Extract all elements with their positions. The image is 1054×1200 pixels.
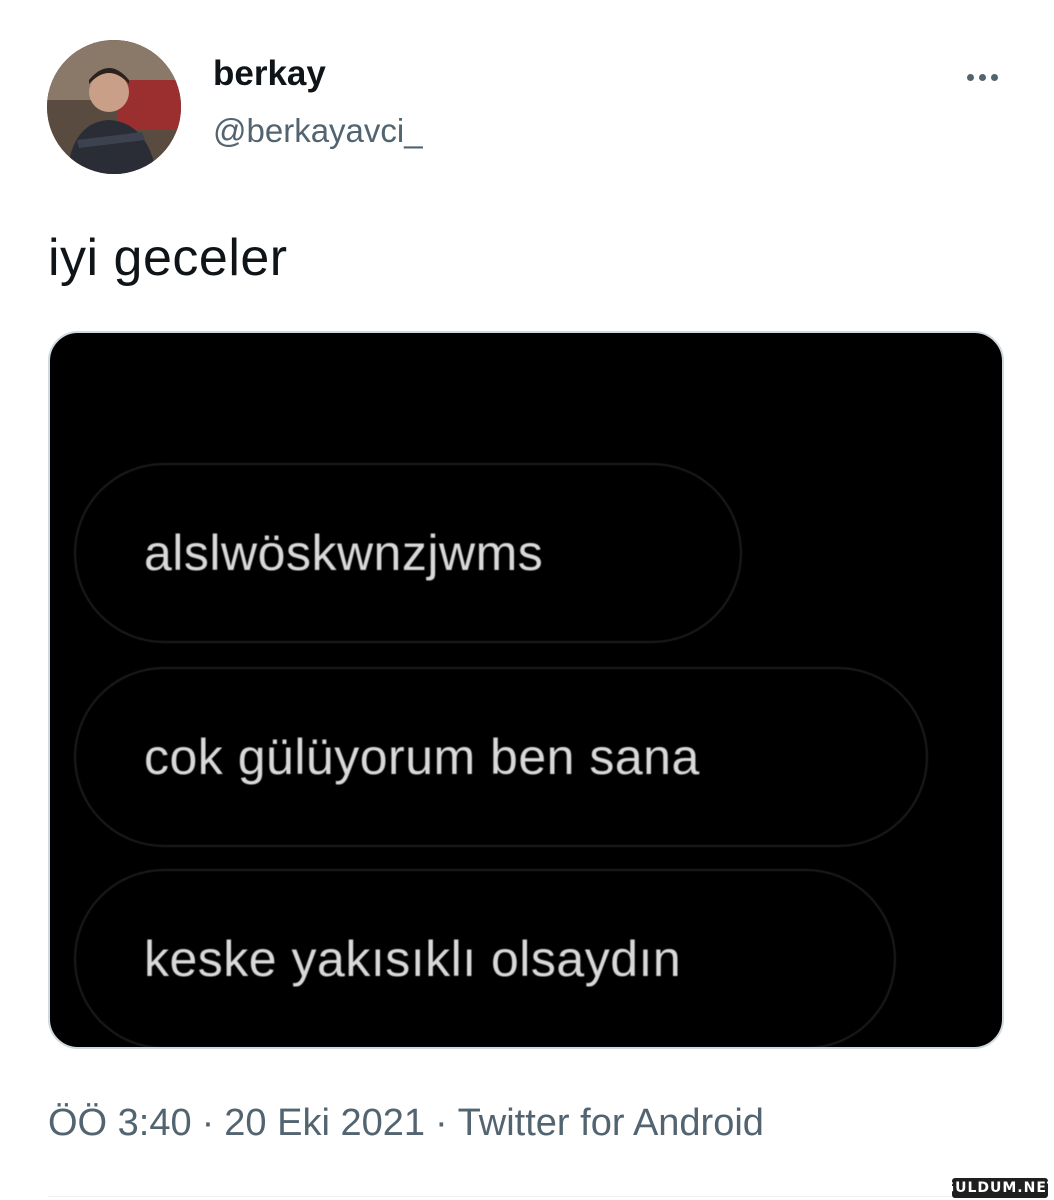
more-options-button[interactable] <box>958 62 1006 92</box>
tweet-media-image[interactable]: alslwöskwnzjwms cok gülüyorum ben sana k… <box>48 331 1004 1049</box>
suggestion-bubble: keske yakısıklı olsaydın <box>74 869 896 1047</box>
more-horizontal-icon <box>966 73 974 81</box>
tweet-text: iyi geceler <box>48 229 288 287</box>
tweet-meta: ÖÖ 3:40 · 20 Eki 2021 · Twitter for Android <box>48 1104 764 1142</box>
display-name[interactable]: berkay <box>213 56 326 91</box>
meta-separator: · <box>201 1102 215 1144</box>
user-handle[interactable]: @berkayavci_ <box>213 114 423 147</box>
meta-separator: · <box>435 1102 448 1144</box>
avatar[interactable] <box>47 40 181 174</box>
profile-photo-icon <box>47 40 181 174</box>
tweet-date[interactable]: 20 Eki 2021 <box>224 1102 425 1144</box>
suggestion-bubble-text: keske yakısıklı olsaydın <box>144 931 682 987</box>
more-horizontal-icon <box>990 73 998 81</box>
suggestion-bubble: alslwöskwnzjwms <box>74 463 742 643</box>
suggestion-bubble-text: alslwöskwnzjwms <box>144 525 544 581</box>
more-horizontal-icon <box>978 73 986 81</box>
suggestion-bubble-text: cok gülüyorum ben sana <box>144 729 700 785</box>
watermark: GULDUM.NET <box>942 1178 1054 1198</box>
tweet-source-link[interactable]: Twitter for Android <box>458 1102 764 1144</box>
tweet-time[interactable]: ÖÖ 3:40 <box>48 1102 192 1144</box>
divider <box>48 1196 954 1197</box>
suggestion-bubble: cok gülüyorum ben sana <box>74 667 928 847</box>
